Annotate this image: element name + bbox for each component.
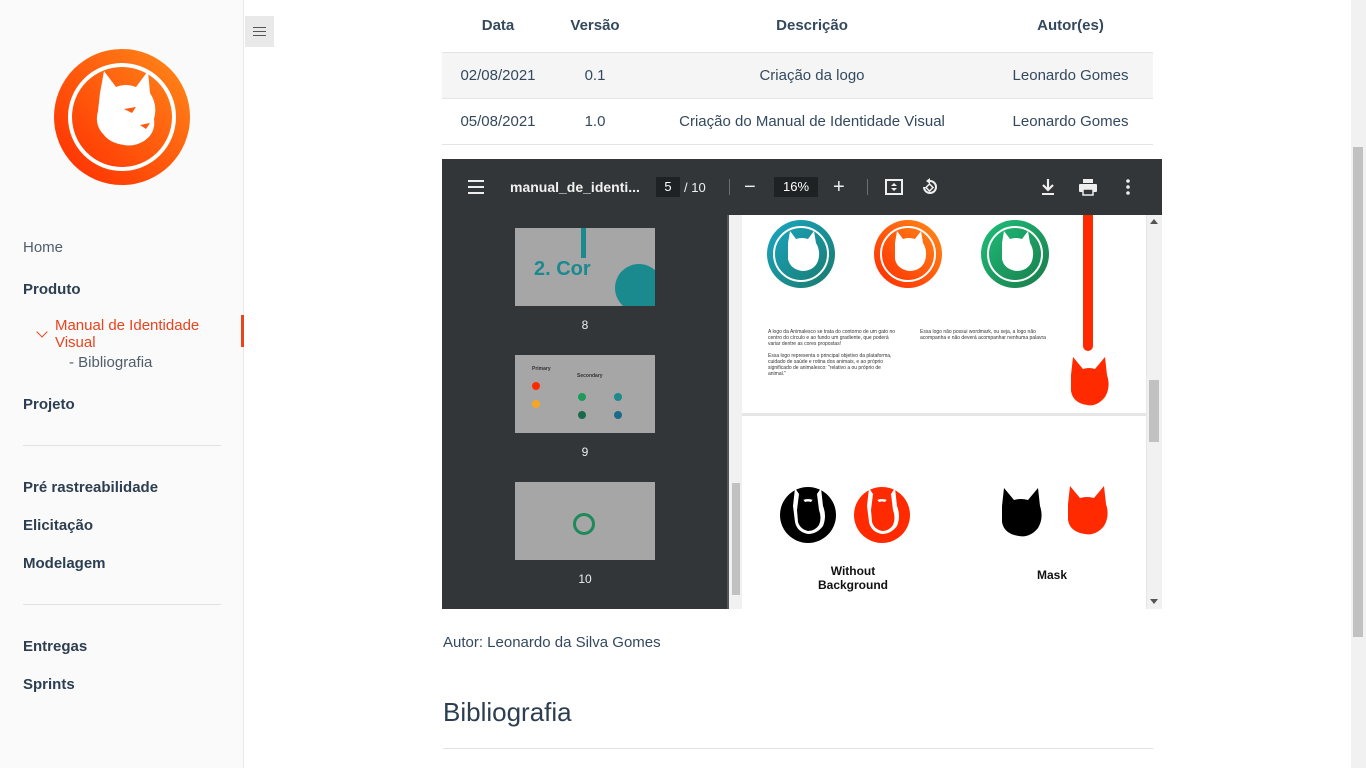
thumb-bar xyxy=(581,228,586,258)
logo-orange-icon xyxy=(874,220,942,288)
download-icon[interactable] xyxy=(1040,159,1056,215)
thumbnail-scrollbar[interactable] xyxy=(729,215,742,609)
chevron-down-icon xyxy=(36,326,48,338)
author-line: Autor: Leonardo da Silva Gomes xyxy=(443,634,661,651)
nav-manual-label: Manual de Identidade Visual xyxy=(54,317,200,351)
table-row: 02/08/2021 0.1 Criação da logo Leonardo … xyxy=(442,52,1153,99)
cell-descricao: Criação do Manual de Identidade Visual xyxy=(636,98,988,145)
cell-autor: Leonardo Gomes xyxy=(988,52,1153,99)
table-header-row: Data Versão Descrição Autor(es) xyxy=(442,0,1153,53)
caption-without-background: Without Background xyxy=(817,564,888,592)
scroll-up-icon[interactable] xyxy=(1150,219,1158,224)
pdf-toolbar: manual_de_identi... 5 / 10 − 16% + xyxy=(442,159,1162,215)
zoom-out-icon[interactable]: − xyxy=(744,159,756,215)
pdf-page-5: A logo da Animalesco se trata do contorn… xyxy=(742,215,1146,413)
nav-bibliografia[interactable]: - Bibliografia xyxy=(69,354,152,371)
bibliografia-heading: Bibliografia xyxy=(443,697,572,727)
pdf-title: manual_de_identi... xyxy=(510,179,640,195)
pdf-viewer[interactable]: manual_de_identi... 5 / 10 − 16% + 2. Co… xyxy=(442,159,1162,609)
thumbnail-number: 10 xyxy=(578,572,592,586)
page-text: A logo da Animalesco se trata do contorn… xyxy=(768,329,896,347)
caption-mask: Mask xyxy=(1036,568,1068,582)
logo-green-icon xyxy=(981,220,1049,288)
col-header-autores: Autor(es) xyxy=(988,0,1153,53)
scroll-down-icon[interactable] xyxy=(1150,599,1158,604)
divider xyxy=(23,445,221,446)
rotate-icon[interactable] xyxy=(921,159,939,215)
page-number-input[interactable]: 5 xyxy=(656,177,680,197)
nav-modelagem[interactable]: Modelagem xyxy=(23,555,106,572)
cat-head-icon xyxy=(1071,357,1109,406)
cat-red-mask-icon xyxy=(1068,486,1108,535)
cell-versao: 0.1 xyxy=(554,52,636,99)
print-icon[interactable] xyxy=(1078,159,1098,215)
thumbnail-number: 9 xyxy=(581,445,589,459)
cell-data: 05/08/2021 xyxy=(442,98,554,145)
nav-home[interactable]: Home xyxy=(23,239,63,256)
active-indicator xyxy=(241,315,244,347)
table-row: 05/08/2021 1.0 Criação do Manual de Iden… xyxy=(442,98,1153,145)
page-text: Essa logo representa o principal objetiv… xyxy=(768,353,892,377)
nav-sprints[interactable]: Sprints xyxy=(23,676,75,693)
zoom-level[interactable]: 16% xyxy=(774,177,818,197)
page-scrollbar[interactable] xyxy=(1147,215,1162,609)
cat-icon xyxy=(614,393,622,401)
page-text: Essa logo não possui wordmark, ou seja, … xyxy=(920,329,1046,341)
divider xyxy=(23,604,221,605)
more-options-icon[interactable] xyxy=(1126,159,1130,215)
thumb-text: 2. Cor xyxy=(534,258,591,280)
nav-entregas[interactable]: Entregas xyxy=(23,638,87,655)
thumbnail-page-8[interactable]: 2. Cor xyxy=(515,228,655,306)
thumb-secondary-label: Secondary xyxy=(577,373,603,379)
zoom-in-icon[interactable]: + xyxy=(833,159,845,215)
fit-page-icon[interactable] xyxy=(885,159,903,215)
cat-icon xyxy=(573,513,595,535)
cell-descricao: Criação da logo xyxy=(636,52,988,99)
cell-versao: 1.0 xyxy=(554,98,636,145)
nav-pre-rastreabilidade[interactable]: Pré rastreabilidade xyxy=(23,479,158,496)
red-bar xyxy=(1083,215,1093,351)
thumb-primary-label: Primary xyxy=(532,366,551,372)
nav-elicitacao[interactable]: Elicitação xyxy=(23,517,93,534)
pdf-page-6: Without Background Mask xyxy=(742,416,1146,609)
cell-data: 02/08/2021 xyxy=(442,52,554,99)
col-header-data: Data xyxy=(442,0,554,53)
animalesco-logo[interactable] xyxy=(54,49,190,185)
cat-icon xyxy=(614,411,622,419)
col-header-versao: Versão xyxy=(554,0,636,53)
sidebar: Home Produto Manual de Identidade Visual… xyxy=(0,0,244,768)
thumbnail-number: 8 xyxy=(581,318,589,332)
thumbnail-panel: 2. Cor 8 Primary Secondary 9 10 xyxy=(442,215,727,609)
page-total: / 10 xyxy=(684,179,706,195)
col-header-descricao: Descrição xyxy=(636,0,988,53)
thumbnail-page-9[interactable]: Primary Secondary xyxy=(515,355,655,433)
logo-teal-icon xyxy=(767,220,835,288)
divider xyxy=(867,179,868,195)
window-scrollbar[interactable] xyxy=(1351,0,1366,768)
cat-black-icon xyxy=(780,487,836,543)
nav-produto[interactable]: Produto xyxy=(23,281,81,298)
divider xyxy=(443,748,1153,749)
cell-autor: Leonardo Gomes xyxy=(988,98,1153,145)
divider xyxy=(729,179,730,195)
thumbnail-page-10[interactable] xyxy=(515,482,655,560)
nav-projeto[interactable]: Projeto xyxy=(23,396,75,413)
nav-manual-identidade[interactable]: Manual de Identidade Visual xyxy=(35,317,243,351)
cat-red-icon xyxy=(854,487,910,543)
cat-icon xyxy=(532,400,540,408)
cat-icon xyxy=(532,382,540,390)
version-history-table: Data Versão Descrição Autor(es) 02/08/20… xyxy=(442,0,1153,145)
pdf-pages: A logo da Animalesco se trata do contorn… xyxy=(742,215,1147,609)
cat-black-mask-icon xyxy=(1002,488,1042,537)
cat-icon xyxy=(578,393,586,401)
cat-icon xyxy=(615,264,655,306)
menu-icon[interactable] xyxy=(468,159,484,215)
sidebar-toggle-button[interactable] xyxy=(245,16,274,47)
cat-icon xyxy=(578,411,586,419)
